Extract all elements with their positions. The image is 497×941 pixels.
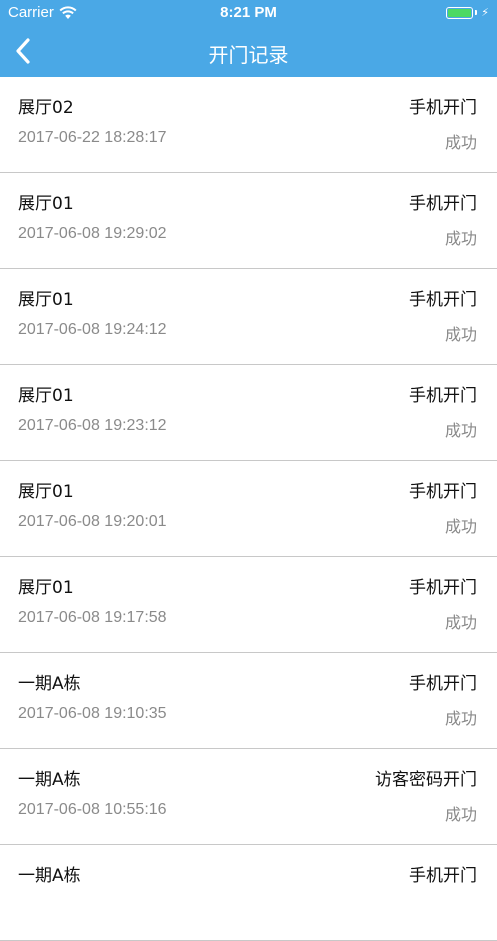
header: Carrier 8:21 PM ⚡ 开门记录 xyxy=(0,0,497,77)
record-location: 展厅01 xyxy=(18,482,74,502)
nav-bar: 开门记录 xyxy=(0,26,497,77)
record-status: 成功 xyxy=(444,517,477,536)
record-status: 成功 xyxy=(444,613,477,632)
record-location: 展厅01 xyxy=(18,194,74,214)
record-status: 成功 xyxy=(444,133,477,152)
record-row[interactable]: 一期A栋 手机开门 2017-06-08 19:10:35 成功 xyxy=(0,653,497,749)
record-location: 展厅02 xyxy=(18,98,74,118)
charging-bolt-icon: ⚡ xyxy=(481,6,489,19)
record-method: 手机开门 xyxy=(409,386,477,406)
record-location: 一期A栋 xyxy=(18,674,81,694)
record-method: 手机开门 xyxy=(409,578,477,598)
record-location: 展厅01 xyxy=(18,578,74,598)
record-method: 手机开门 xyxy=(409,674,477,694)
record-time: 2017-06-08 10:55:16 xyxy=(18,801,167,818)
record-status: 成功 xyxy=(444,805,477,824)
clock: 8:21 PM xyxy=(220,4,277,21)
record-row[interactable]: 展厅01 手机开门 2017-06-08 19:23:12 成功 xyxy=(0,365,497,461)
record-time: 2017-06-08 19:10:35 xyxy=(18,705,167,722)
record-location: 一期A栋 xyxy=(18,866,81,886)
page-title: 开门记录 xyxy=(208,43,289,67)
record-row[interactable]: 展厅02 手机开门 2017-06-22 18:28:17 成功 xyxy=(0,77,497,173)
record-time: 2017-06-22 18:28:17 xyxy=(18,129,167,146)
record-location: 展厅01 xyxy=(18,386,74,406)
record-method: 手机开门 xyxy=(409,98,477,118)
record-time: 2017-06-08 19:29:02 xyxy=(18,225,167,242)
record-time: 2017-06-08 19:20:01 xyxy=(18,513,167,530)
record-method: 手机开门 xyxy=(409,194,477,214)
record-method: 访客密码开门 xyxy=(375,770,477,790)
record-row[interactable]: 展厅01 手机开门 2017-06-08 19:20:01 成功 xyxy=(0,461,497,557)
record-row[interactable]: 展厅01 手机开门 2017-06-08 19:24:12 成功 xyxy=(0,269,497,365)
record-time: 2017-06-08 19:23:12 xyxy=(18,417,167,434)
record-status: 成功 xyxy=(444,421,477,440)
battery-icon: ⚡ xyxy=(446,6,489,19)
record-status: 成功 xyxy=(444,229,477,248)
record-status: 成功 xyxy=(444,325,477,344)
battery-tip xyxy=(475,10,478,15)
record-method: 手机开门 xyxy=(409,290,477,310)
record-time: 2017-06-08 19:24:12 xyxy=(18,321,167,338)
record-status: 成功 xyxy=(444,709,477,728)
record-method: 手机开门 xyxy=(409,482,477,502)
battery-level xyxy=(448,8,472,17)
record-row[interactable]: 一期A栋 手机开门 xyxy=(0,845,497,941)
record-time: 2017-06-08 19:17:58 xyxy=(18,609,167,626)
door-record-list: 展厅02 手机开门 2017-06-22 18:28:17 成功 展厅01 手机… xyxy=(0,77,497,941)
record-location: 展厅01 xyxy=(18,290,74,310)
record-method: 手机开门 xyxy=(409,866,477,886)
record-row[interactable]: 展厅01 手机开门 2017-06-08 19:29:02 成功 xyxy=(0,173,497,269)
record-row[interactable]: 一期A栋 访客密码开门 2017-06-08 10:55:16 成功 xyxy=(0,749,497,845)
record-row[interactable]: 展厅01 手机开门 2017-06-08 19:17:58 成功 xyxy=(0,557,497,653)
record-location: 一期A栋 xyxy=(18,770,81,790)
battery-body xyxy=(446,6,474,19)
status-bar: Carrier 8:21 PM ⚡ xyxy=(0,0,497,26)
